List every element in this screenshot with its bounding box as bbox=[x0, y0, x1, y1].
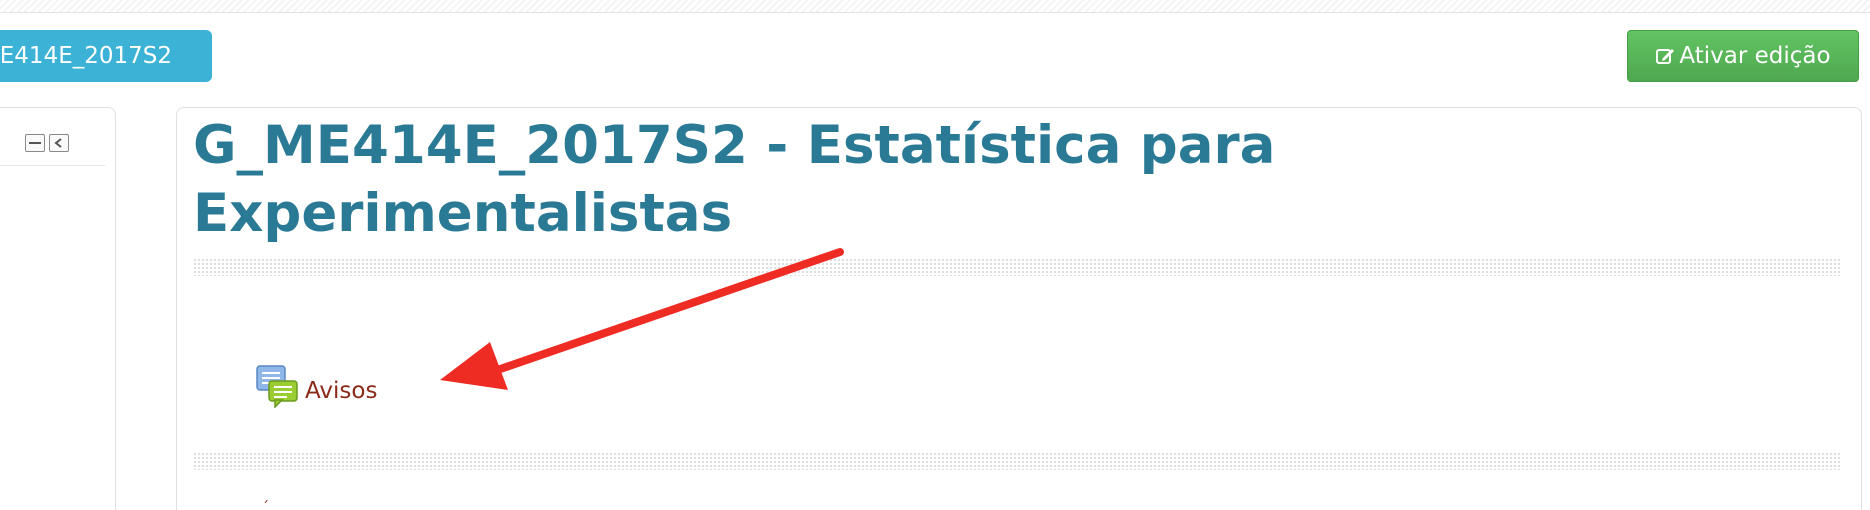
course-shortname-label: E414E_2017S2 bbox=[0, 43, 172, 69]
top-strip bbox=[0, 0, 1870, 13]
block-divider bbox=[0, 165, 105, 166]
course-shortname-button[interactable]: E414E_2017S2 bbox=[0, 30, 212, 82]
edit-icon bbox=[1655, 34, 1675, 84]
activity-forum-avisos[interactable]: Avisos bbox=[255, 364, 377, 408]
activity-name[interactable]: Avisos bbox=[305, 378, 377, 404]
chevron-left-square-icon[interactable] bbox=[49, 134, 69, 152]
partial-section-heading: ´ bbox=[262, 500, 269, 510]
page-title: G_ME414E_2017S2 - Estatística para Exper… bbox=[193, 115, 1276, 244]
enable-editing-label: Ativar edição bbox=[1679, 43, 1831, 69]
course-page: E414E_2017S2 Ativar edição G_ME414E_2017… bbox=[0, 0, 1870, 510]
section-divider bbox=[193, 452, 1841, 470]
enable-editing-button[interactable]: Ativar edição bbox=[1627, 30, 1859, 82]
annotation-arrow-icon bbox=[440, 248, 844, 390]
forum-icon bbox=[256, 365, 298, 408]
minus-square-icon[interactable] bbox=[25, 134, 45, 152]
side-block bbox=[0, 107, 116, 510]
